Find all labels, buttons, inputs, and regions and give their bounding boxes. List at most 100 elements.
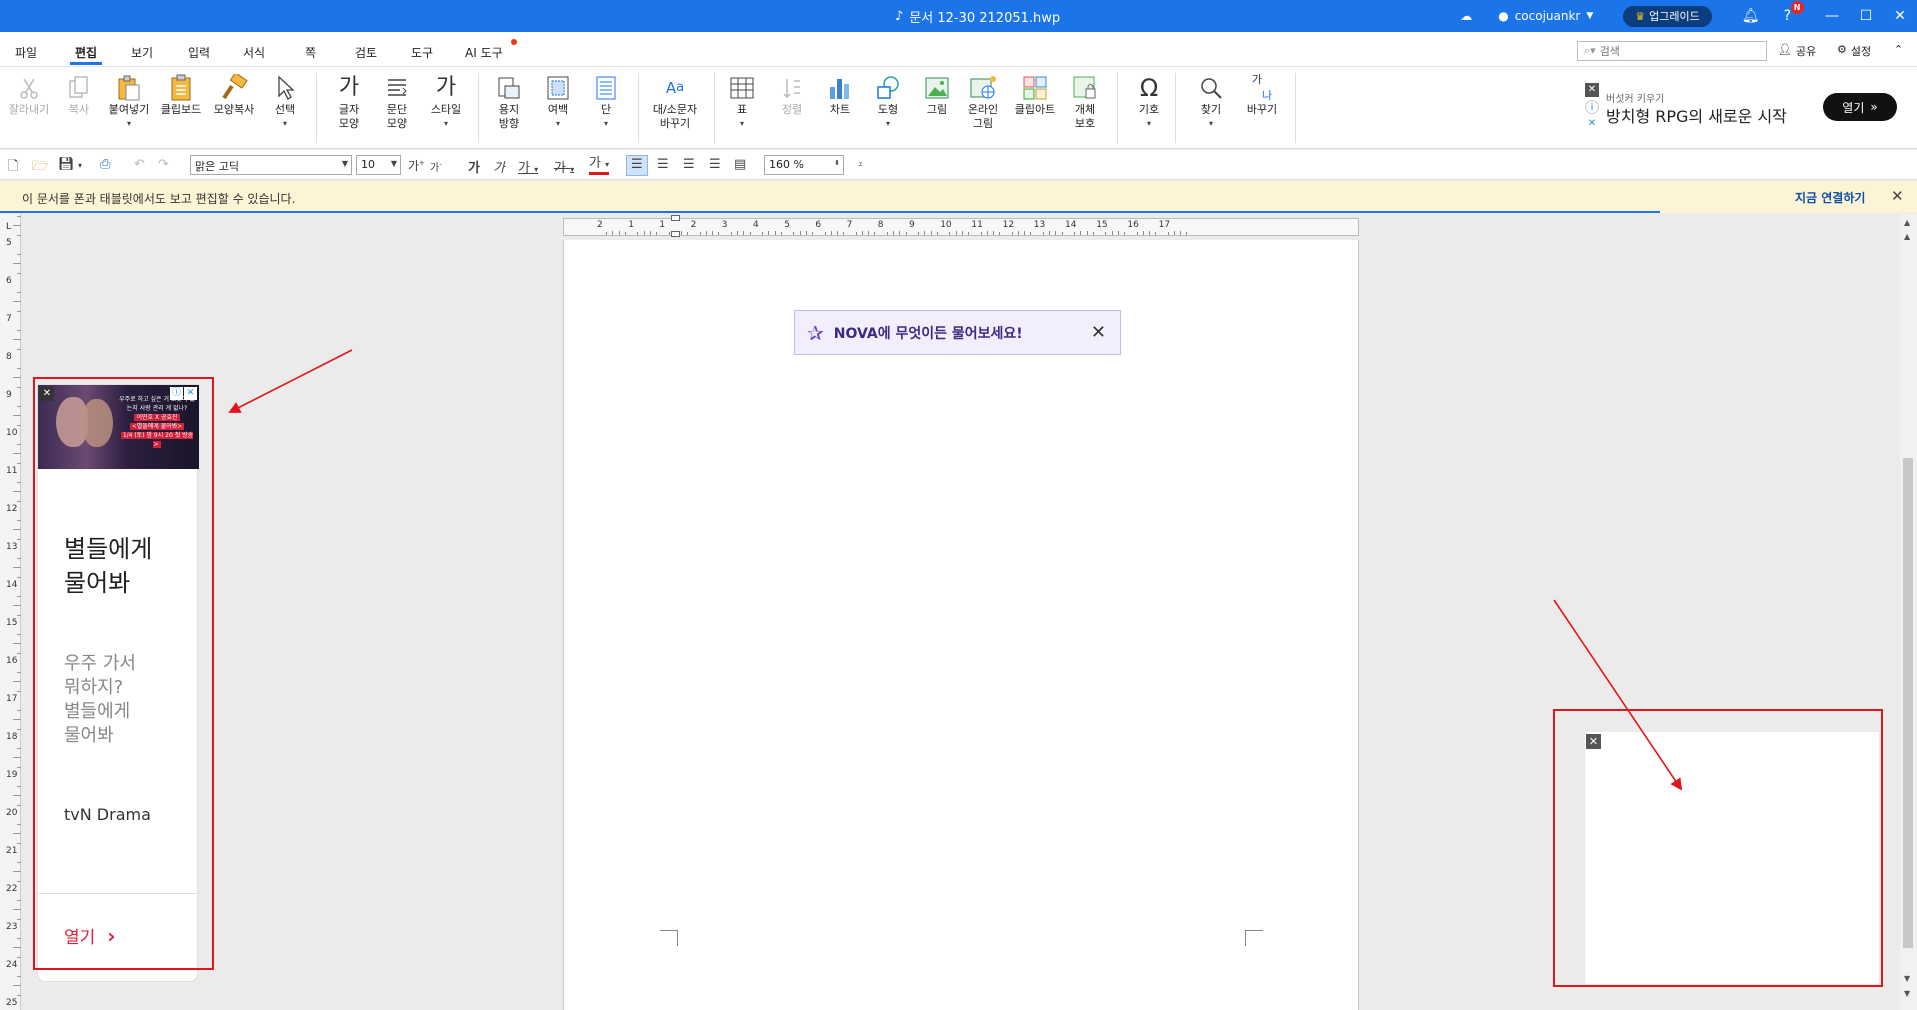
upgrade-button[interactable]: ♛ 업그레이드 xyxy=(1623,5,1712,27)
close-window-button[interactable]: ✕ xyxy=(1883,8,1917,24)
scroll-up-icon[interactable]: ▲ xyxy=(1904,218,1910,227)
open-folder-icon[interactable]: 🗁︎ xyxy=(32,157,48,179)
nova-prompt-popup[interactable]: ✰ NOVA에 무엇이든 물어보세요! ✕ xyxy=(794,310,1121,355)
minimize-button[interactable]: — xyxy=(1815,8,1849,24)
font-grow-button[interactable]: 가+ xyxy=(408,157,425,174)
replace-button[interactable]: 가나 바꾸기 xyxy=(1242,73,1282,117)
table-button[interactable]: 표 ▾ xyxy=(728,73,756,131)
align-justify-icon[interactable]: ☰ xyxy=(631,157,643,172)
align-center-icon[interactable]: ☰ xyxy=(683,157,695,172)
vertical-scrollbar[interactable]: ▲ ▲ ▼ ▼ xyxy=(1900,214,1917,1010)
close-icon[interactable]: ✕ xyxy=(1891,187,1904,205)
symbol-button[interactable]: Ω 기호 ▾ xyxy=(1136,73,1162,131)
search-box[interactable]: ⌕▾ xyxy=(1577,41,1767,61)
cut-button[interactable]: 잘라내기 xyxy=(6,73,52,117)
ruler-number: 3 xyxy=(721,220,728,230)
share-button[interactable]: 👤︎ 공유 xyxy=(1778,43,1816,59)
font-family-select[interactable]: 맑은 고딕 ▼ xyxy=(190,155,352,175)
align-right-icon[interactable]: ☰ xyxy=(709,157,721,172)
scroll-page-up-icon[interactable]: ▲ xyxy=(1904,232,1910,241)
connect-now-link[interactable]: 지금 연결하기 xyxy=(1795,189,1865,206)
font-size-select[interactable]: 10 ▼ xyxy=(356,155,401,175)
underline-button[interactable]: 가 ▾ xyxy=(518,157,538,176)
font-color-button[interactable]: 가 ▾ xyxy=(589,157,610,175)
document-page[interactable] xyxy=(563,240,1359,1010)
align-left-icon[interactable]: ☰ xyxy=(657,157,669,172)
close-icon[interactable]: ✕ xyxy=(1585,83,1599,97)
para-shape-button[interactable]: 문단 모양 xyxy=(382,73,412,131)
ad-close-icon[interactable]: ✕ xyxy=(1585,117,1599,131)
settings-button[interactable]: ⚙ 설정 xyxy=(1837,43,1871,59)
ruler-tick xyxy=(749,232,751,235)
italic-button[interactable]: 가 xyxy=(493,157,505,176)
char-shape-button[interactable]: 가 글자 모양 xyxy=(334,73,364,131)
format-painter-button[interactable]: 모양복사 xyxy=(209,73,259,117)
nova-prompt-text[interactable]: NOVA에 무엇이든 물어보세요! xyxy=(834,323,1023,343)
sort-button[interactable]: 정렬 xyxy=(777,73,807,117)
case-convert-button[interactable]: Aa 대/소문자 바꾸기 xyxy=(648,73,702,131)
scroll-thumb[interactable] xyxy=(1903,458,1913,948)
chart-button[interactable]: 차트 xyxy=(825,73,855,117)
cloud-upload-icon[interactable]: ☁ xyxy=(1460,9,1472,23)
margin-button[interactable]: 여백 ▾ xyxy=(544,73,572,131)
print-icon[interactable]: ⎙ xyxy=(100,157,110,172)
menu-ai-tools[interactable]: AI 도구 xyxy=(465,44,503,61)
picture-button[interactable]: 그림 xyxy=(922,73,952,117)
copy-button[interactable]: 복사 xyxy=(62,73,96,117)
zoom-select[interactable]: 160 % ⬍ xyxy=(764,155,844,175)
save-icon[interactable]: 💾︎ xyxy=(58,157,75,172)
object-protect-button[interactable]: 개체 보호 xyxy=(1070,73,1100,131)
find-button[interactable]: 찾기 ▾ xyxy=(1198,73,1224,131)
style-button[interactable]: 가 스타일 ▾ xyxy=(427,73,465,131)
ribbon-separator xyxy=(1117,73,1118,143)
orientation-button[interactable]: 용지 방향 xyxy=(494,73,524,131)
menu-edit[interactable]: 편집 xyxy=(75,44,97,61)
top-banner-ad[interactable]: ✕ i ✕ 버섯커 키우기 방치형 RPG의 새로운 시작 열기 » xyxy=(1582,80,1902,132)
indent-marker-bottom[interactable] xyxy=(671,231,680,237)
bold-button[interactable]: 가 xyxy=(468,157,480,176)
save-dropdown-icon[interactable]: ▾ xyxy=(78,161,82,170)
menu-tools[interactable]: 도구 xyxy=(411,44,433,61)
ruler-tick xyxy=(17,671,21,673)
select-button[interactable]: 선택 ▾ xyxy=(270,73,300,131)
undo-icon[interactable]: ↶ xyxy=(134,157,145,172)
info-icon[interactable]: i xyxy=(1585,100,1599,114)
clipboard-button[interactable]: 클립보드 xyxy=(157,73,205,117)
menu-file[interactable]: 파일 xyxy=(15,44,37,61)
menu-insert[interactable]: 입력 xyxy=(188,44,210,61)
ruler-number: 25 xyxy=(6,998,18,1008)
maximize-button[interactable]: ☐ xyxy=(1849,8,1883,24)
menu-view[interactable]: 보기 xyxy=(131,44,153,61)
columns-button[interactable]: 단 ▾ xyxy=(594,73,618,131)
menu-page[interactable]: 쪽 xyxy=(305,44,316,61)
ruler-tick xyxy=(13,947,21,948)
help-icon[interactable]: ? N xyxy=(1784,1,1804,24)
ad-open-button[interactable]: 열기 » xyxy=(1823,93,1897,121)
new-document-icon[interactable]: 🗋︎ xyxy=(8,157,18,179)
shape-button[interactable]: 도형 ▾ xyxy=(873,73,903,131)
user-menu[interactable]: ● cocojuankr ▼ xyxy=(1498,9,1593,23)
scroll-page-down-icon[interactable]: ▼ xyxy=(1904,974,1910,983)
close-icon[interactable]: ✕ xyxy=(1091,322,1106,343)
toolbar-more-icon[interactable]: ⩡ xyxy=(858,160,863,170)
notification-divider xyxy=(1660,211,1917,213)
scroll-down-icon[interactable]: ▼ xyxy=(1904,989,1910,998)
strikethrough-button[interactable]: 가 ▾ xyxy=(554,157,574,176)
paste-label: 붙여넣기 xyxy=(108,103,150,116)
ruler-tick xyxy=(17,823,21,825)
menu-format[interactable]: 서식 xyxy=(243,44,265,61)
redo-icon[interactable]: ↷ xyxy=(158,157,169,172)
bell-icon[interactable]: 🔔︎ xyxy=(1742,8,1760,24)
align-distribute-icon[interactable]: ▤ xyxy=(734,157,746,172)
case-glyph-upper: A xyxy=(665,79,677,97)
clipart-button[interactable]: 클립아트 xyxy=(1010,73,1060,117)
indent-marker-top[interactable] xyxy=(671,215,680,221)
search-input[interactable] xyxy=(1599,44,1730,58)
online-picture-button[interactable]: 온라인 그림 xyxy=(963,73,1003,131)
ruler-tick xyxy=(606,232,608,235)
paste-button[interactable]: 붙여넣기 ▾ xyxy=(104,73,154,131)
menu-review[interactable]: 검토 xyxy=(355,44,377,61)
collapse-ribbon-icon[interactable]: ⌃ xyxy=(1894,43,1903,56)
font-shrink-button[interactable]: 가- xyxy=(430,159,442,174)
format-toolbar: 🗋︎ 🗁︎ 💾︎ ▾ ⎙ ↶ ↷ 맑은 고딕 ▼ 10 ▼ 가+ 가- 가 가 … xyxy=(0,150,1917,180)
